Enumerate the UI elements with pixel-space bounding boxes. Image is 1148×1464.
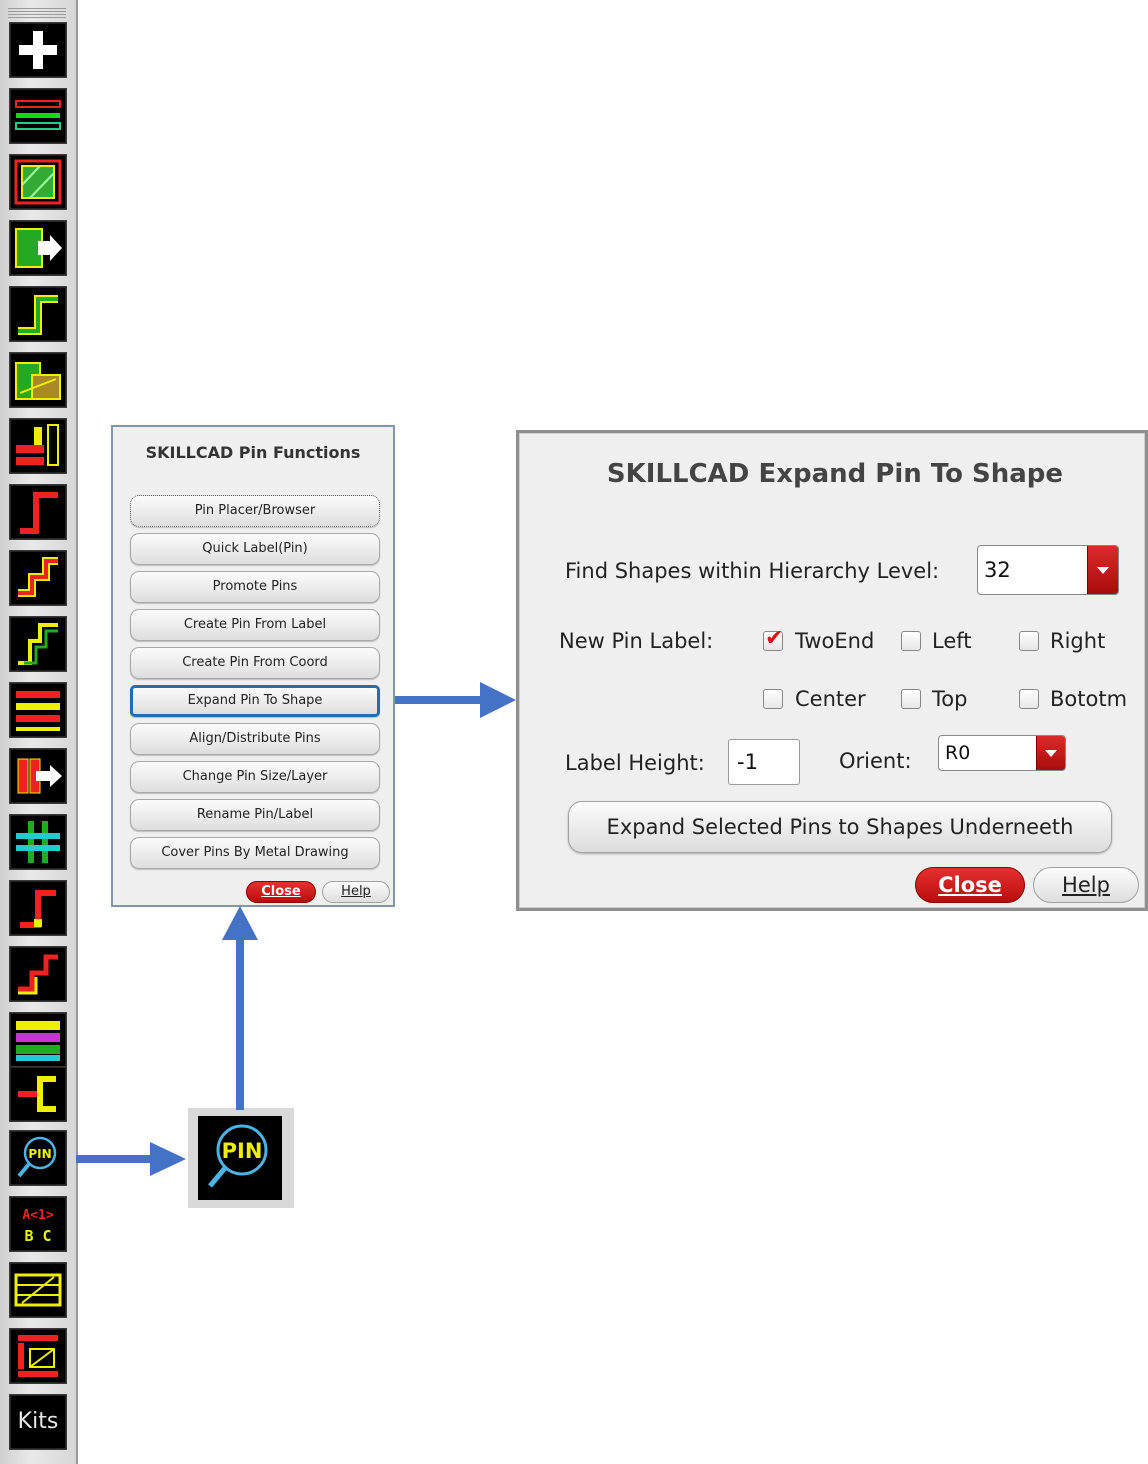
pin-functions-dialog: SKILLCAD Pin Functions Pin Placer/Browse… (111, 425, 395, 907)
zigzag-path-icon[interactable] (9, 946, 67, 1002)
orient-label: Orient: (839, 749, 912, 773)
top-checkbox[interactable] (901, 689, 921, 709)
expand-dialog-title: SKILLCAD Expand Pin To Shape (606, 459, 1064, 489)
pattern-shift-icon[interactable] (9, 748, 67, 804)
expand-dialog-help-button[interactable]: Help (1033, 867, 1139, 903)
hatched-shape-icon[interactable] (9, 154, 67, 210)
hierarchy-level-label: Find Shapes within Hierarchy Level: (565, 559, 940, 583)
bus-label-bottom: B C (24, 1227, 51, 1245)
chevron-down-icon (1045, 750, 1057, 757)
left-toolbar: PIN A<1> B C Kits (0, 0, 78, 1464)
hierarchy-level-combo[interactable]: 32 (977, 545, 1119, 595)
left-label: Left (932, 629, 972, 653)
parallel-paths-icon[interactable] (9, 616, 67, 672)
align-shapes-icon[interactable] (9, 418, 67, 474)
expand-dialog-close-button[interactable]: Close (915, 867, 1025, 903)
right-checkbox[interactable] (1019, 631, 1039, 651)
hierarchy-level-value: 32 (984, 558, 1011, 582)
arrow-toolbar-to-icon (76, 1142, 186, 1176)
twoend-checkbox[interactable]: ✔ (763, 627, 783, 651)
step-path-icon[interactable] (9, 286, 67, 342)
expand-selected-pins-button[interactable]: Expand Selected Pins to Shapes Underneet… (568, 801, 1112, 853)
pin-dialog-title: SKILLCAD Pin Functions (145, 443, 361, 462)
center-checkbox[interactable] (763, 689, 783, 709)
hierarchy-dropdown-button[interactable] (1087, 546, 1118, 594)
align-distribute-pins-button[interactable]: Align/Distribute Pins (130, 723, 380, 755)
add-icon[interactable] (9, 22, 67, 78)
orient-combo[interactable]: R0 (938, 735, 1066, 771)
corner-path-icon[interactable] (9, 484, 67, 540)
bottom-checkbox[interactable] (1019, 689, 1039, 709)
chevron-down-icon (1097, 567, 1109, 574)
move-shape-icon[interactable] (9, 220, 67, 276)
toolbar-grip[interactable] (8, 8, 66, 18)
change-pin-size-layer-button[interactable]: Change Pin Size/Layer (130, 761, 380, 793)
pin-placer-browser-button[interactable]: Pin Placer/Browser (130, 495, 380, 527)
kits-button[interactable]: Kits (9, 1394, 67, 1450)
matrix-icon[interactable] (9, 1328, 67, 1384)
grid-cross-icon[interactable] (9, 814, 67, 870)
pin-dialog-help-button[interactable]: Help (322, 881, 390, 903)
pin-icon-text: PIN (28, 1147, 51, 1161)
promote-pins-button[interactable]: Promote Pins (130, 571, 380, 603)
left-checkbox[interactable] (901, 631, 921, 651)
center-label: Center (795, 687, 866, 711)
expand-pin-to-shape-button[interactable]: Expand Pin To Shape (130, 685, 380, 717)
pin-search-icon[interactable]: PIN (9, 1130, 67, 1186)
arrow-icon-to-dialog (222, 906, 258, 1110)
right-label: Right (1050, 629, 1106, 653)
bottom-label: Bototm (1050, 687, 1128, 711)
top-label: Top (932, 687, 968, 711)
twoend-label: TwoEnd (795, 629, 875, 653)
label-height-input[interactable]: -1 (728, 739, 800, 785)
orient-value: R0 (945, 742, 971, 764)
layer-stack-icon[interactable] (9, 1012, 67, 1068)
bus-label-icon[interactable]: A<1> B C (9, 1196, 67, 1252)
check-icon: ✔ (765, 626, 784, 651)
label-height-label: Label Height: (565, 751, 705, 775)
rename-pin-label-button[interactable]: Rename Pin/Label (130, 799, 380, 831)
create-pin-from-coord-button[interactable]: Create Pin From Coord (130, 647, 380, 679)
create-pin-from-label-button[interactable]: Create Pin From Label (130, 609, 380, 641)
bus-lines-icon[interactable] (9, 682, 67, 738)
new-pin-label-label: New Pin Label: (559, 629, 714, 653)
cover-pins-by-metal-button[interactable]: Cover Pins By Metal Drawing (130, 837, 380, 869)
pin-search-icon-zoom: PIN (188, 1108, 294, 1208)
single-corner-icon[interactable] (9, 880, 67, 936)
wire-bars-icon[interactable] (9, 88, 67, 144)
expand-pin-dialog: SKILLCAD Expand Pin To Shape Find Shapes… (516, 430, 1148, 911)
double-step-path-icon[interactable] (9, 550, 67, 606)
connector-icon[interactable] (9, 1066, 67, 1122)
quick-label-button[interactable]: Quick Label(Pin) (130, 533, 380, 565)
orient-dropdown-button[interactable] (1036, 736, 1065, 770)
pin-zoom-text: PIN (222, 1139, 263, 1163)
pin-dialog-close-button[interactable]: Close (246, 881, 316, 903)
kits-label: Kits (17, 1409, 59, 1434)
stack-shapes-icon[interactable] (9, 352, 67, 408)
arrow-dialog-to-expand (380, 682, 516, 718)
bus-label-top: A<1> (22, 1208, 53, 1223)
text-grid-icon[interactable] (9, 1262, 67, 1318)
